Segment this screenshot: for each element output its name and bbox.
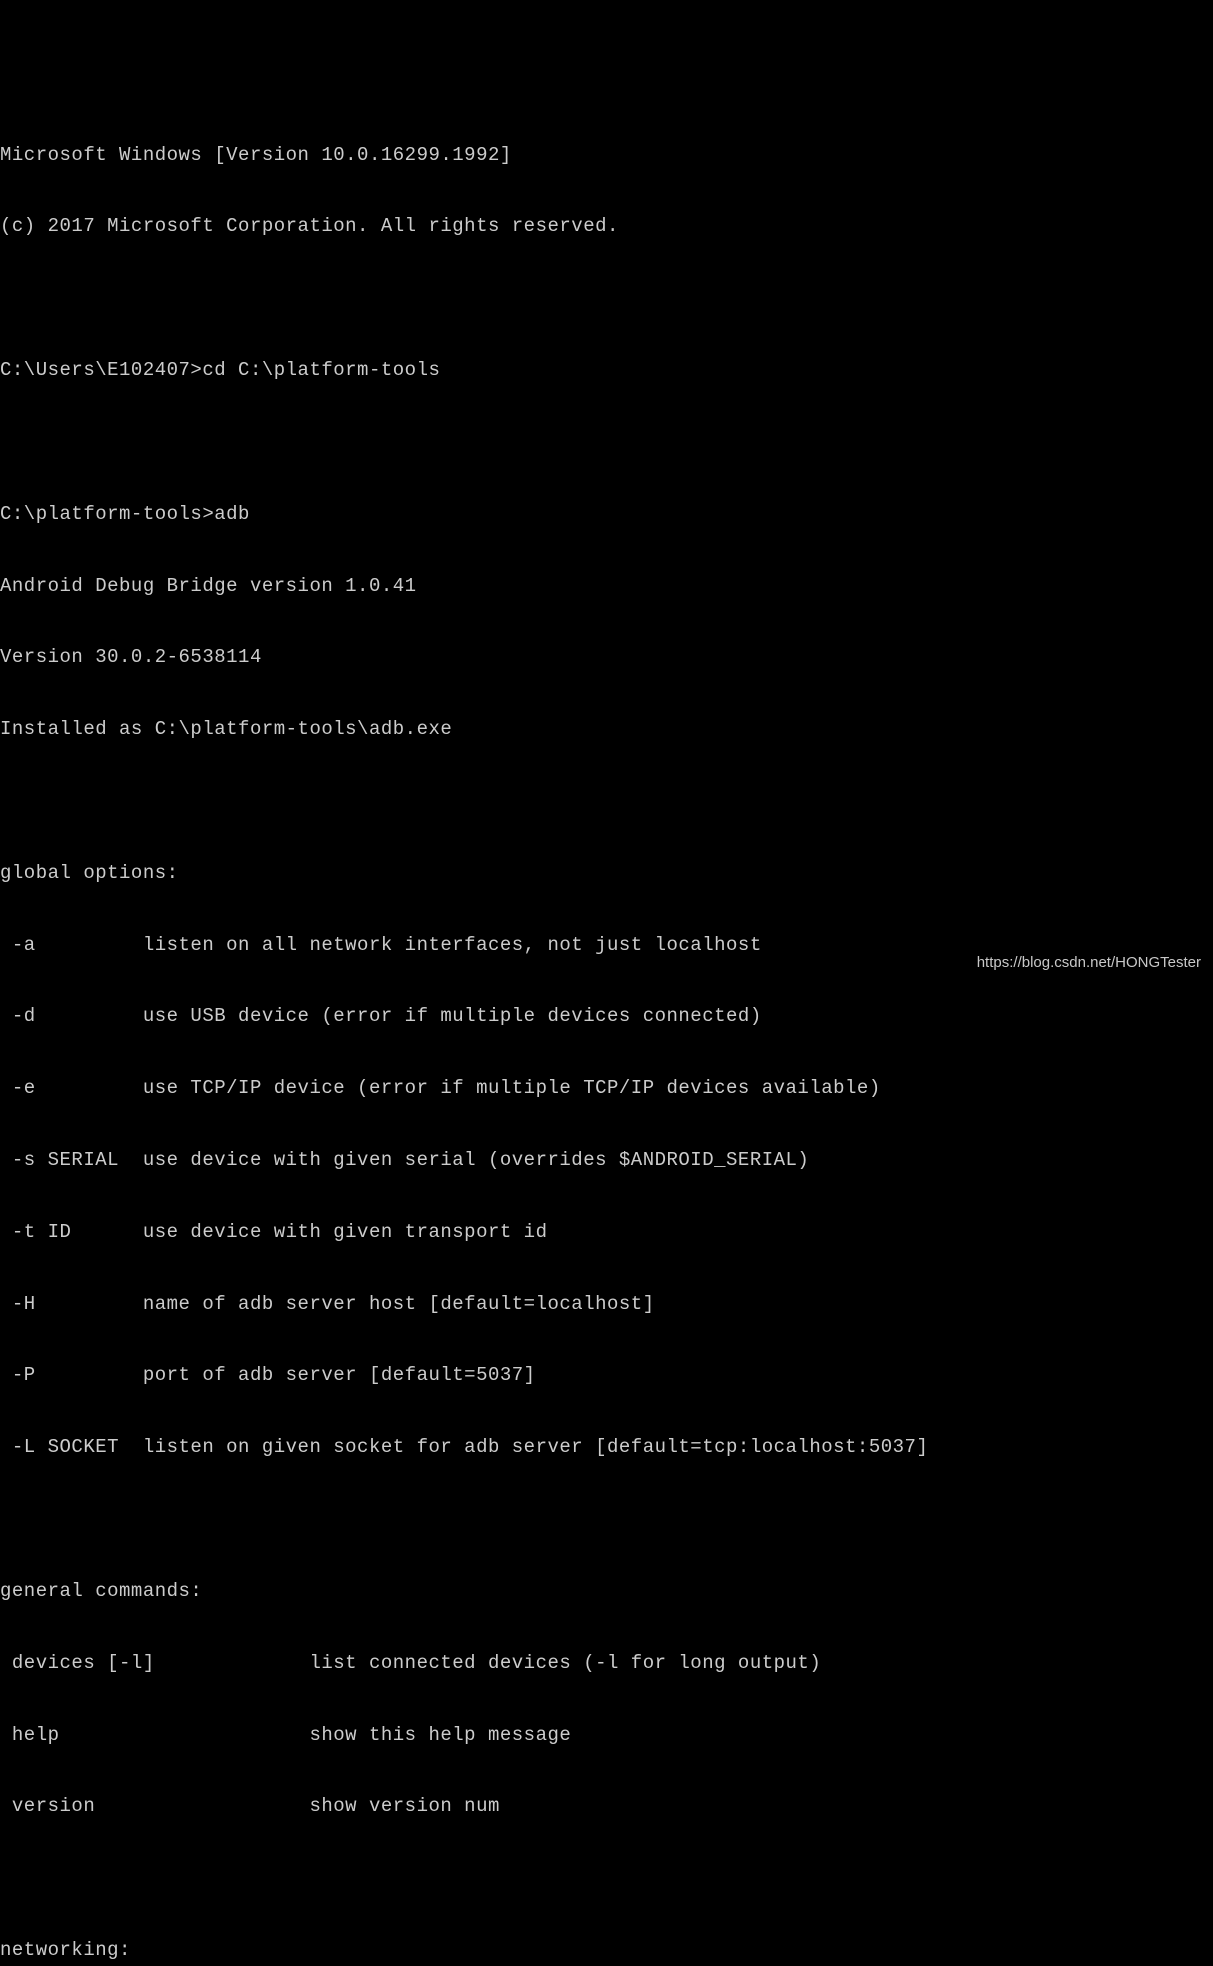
- terminal-output[interactable]: Microsoft Windows [Version 10.0.16299.19…: [0, 96, 1213, 1966]
- terminal-line: [0, 1508, 1213, 1532]
- terminal-line: -L SOCKET listen on given socket for adb…: [0, 1436, 1213, 1460]
- terminal-line: Installed as C:\platform-tools\adb.exe: [0, 718, 1213, 742]
- terminal-line: -d use USB device (error if multiple dev…: [0, 1005, 1213, 1029]
- terminal-line: version show version num: [0, 1795, 1213, 1819]
- terminal-line: general commands:: [0, 1580, 1213, 1604]
- terminal-line: -P port of adb server [default=5037]: [0, 1364, 1213, 1388]
- terminal-line: [0, 287, 1213, 311]
- terminal-line: networking:: [0, 1939, 1213, 1963]
- terminal-line: [0, 431, 1213, 455]
- terminal-line: -e use TCP/IP device (error if multiple …: [0, 1077, 1213, 1101]
- terminal-line: C:\platform-tools>adb: [0, 503, 1213, 527]
- terminal-line: -H name of adb server host [default=loca…: [0, 1293, 1213, 1317]
- terminal-line: [0, 790, 1213, 814]
- terminal-line: (c) 2017 Microsoft Corporation. All righ…: [0, 215, 1213, 239]
- terminal-line: devices [-l] list connected devices (-l …: [0, 1652, 1213, 1676]
- terminal-line: help show this help message: [0, 1724, 1213, 1748]
- watermark-text: https://blog.csdn.net/HONGTester: [977, 954, 1201, 973]
- terminal-line: Android Debug Bridge version 1.0.41: [0, 575, 1213, 599]
- terminal-line: C:\Users\E102407>cd C:\platform-tools: [0, 359, 1213, 383]
- terminal-line: Version 30.0.2-6538114: [0, 646, 1213, 670]
- terminal-line: -t ID use device with given transport id: [0, 1221, 1213, 1245]
- terminal-line: [0, 1867, 1213, 1891]
- terminal-line: global options:: [0, 862, 1213, 886]
- terminal-line: -s SERIAL use device with given serial (…: [0, 1149, 1213, 1173]
- terminal-line: Microsoft Windows [Version 10.0.16299.19…: [0, 144, 1213, 168]
